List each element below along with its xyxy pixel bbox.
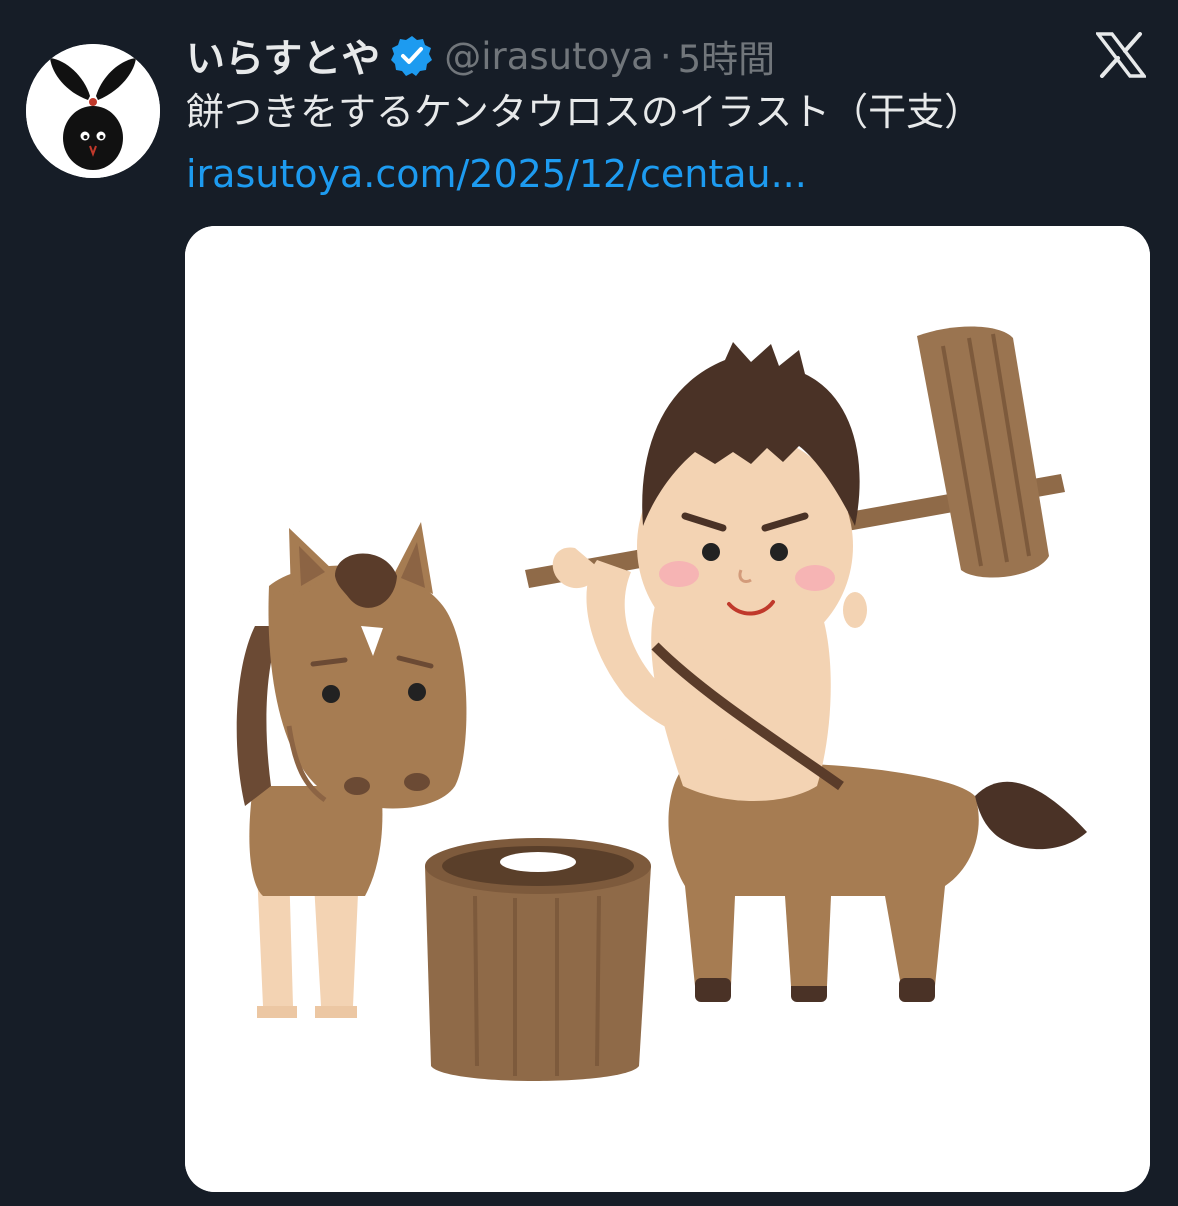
author-avatar[interactable] (26, 44, 160, 178)
mochi-mortar (425, 838, 651, 1081)
rabbit-silhouette-icon (26, 44, 160, 178)
author-handle[interactable]: @irasutoya (444, 35, 654, 78)
tweet-card[interactable]: いらすとや @irasutoya · 5時間 餅つきをするケンタウロスのイラスト… (0, 0, 1178, 1206)
separator-dot: · (659, 34, 672, 78)
centaur-mochi-illustration (185, 226, 1150, 1192)
verified-badge-icon (390, 34, 434, 78)
x-logo-icon[interactable] (1096, 32, 1146, 78)
tweet-text: 餅つきをするケンタウロスのイラスト（干支） (186, 90, 983, 134)
tweet-link[interactable]: irasutoya.com/2025/12/centau... (186, 150, 807, 198)
tweet-media-image[interactable] (185, 226, 1150, 1192)
tweet-header: いらすとや @irasutoya · 5時間 (186, 28, 775, 84)
post-timestamp[interactable]: 5時間 (678, 29, 776, 83)
author-display-name[interactable]: いらすとや (186, 28, 380, 84)
